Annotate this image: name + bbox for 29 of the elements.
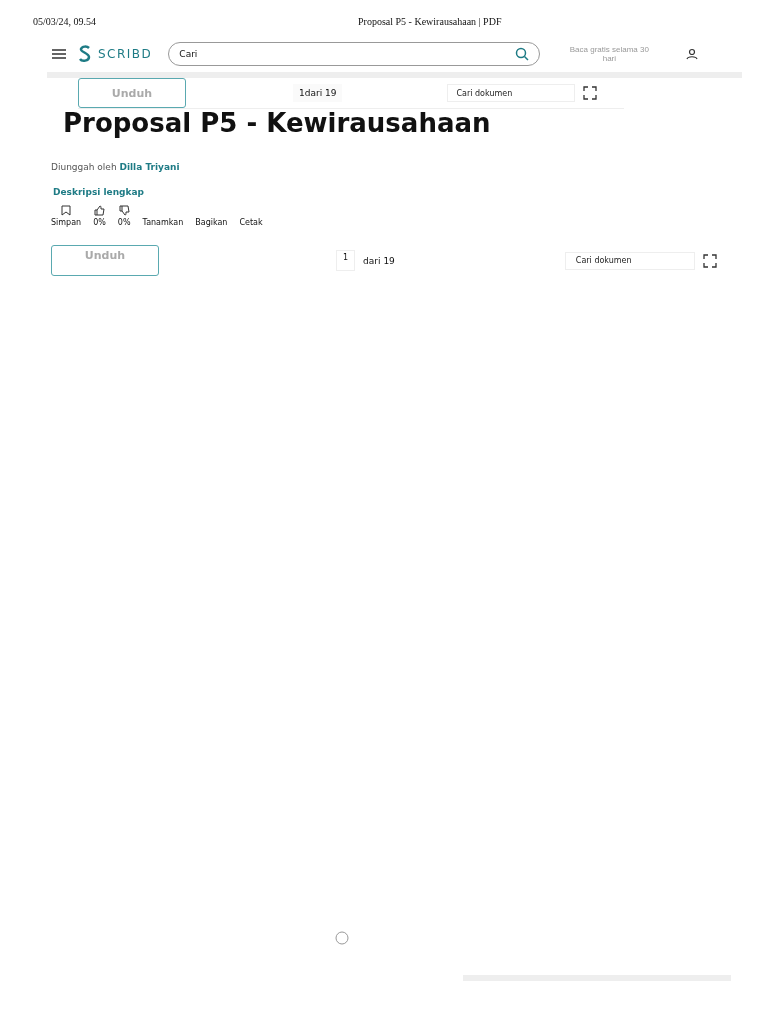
action-label[interactable]: Cetak <box>239 218 263 227</box>
print-date: 05/03/24, 09.54 <box>33 16 97 29</box>
thumbs-up-icon[interactable] <box>94 205 105 216</box>
fullscreen-icon[interactable] <box>702 253 717 268</box>
page-count: dari 19 <box>363 255 395 266</box>
loading-icon <box>335 931 349 945</box>
action-label[interactable]: Bagikan <box>195 218 228 227</box>
thumbs-down-icon[interactable] <box>118 205 130 216</box>
menu-icon[interactable] <box>52 49 66 59</box>
uploader-label: Diunggah oleh <box>51 162 117 172</box>
action-label[interactable]: 0% <box>93 218 106 227</box>
logo-icon <box>78 45 92 63</box>
page-number-field[interactable]: 1 <box>299 88 305 98</box>
bookmark-icon[interactable] <box>61 205 72 216</box>
print-title: Proposal P5 - Kewirausahaan | PDF <box>358 16 502 29</box>
page-count: dari 19 <box>304 88 337 98</box>
action-label[interactable]: 0% <box>117 218 131 227</box>
search-icon[interactable] <box>515 47 530 61</box>
logo-text[interactable]: SCRIBD <box>98 47 153 61</box>
page-number-field[interactable]: 1 <box>336 250 356 271</box>
uploader-link[interactable]: Dilla Triyani <box>119 162 180 172</box>
action-label[interactable]: Simpan <box>51 218 82 227</box>
document-search-field[interactable]: Cari dokumen <box>447 84 576 102</box>
action-label[interactable]: Tanamkan <box>142 218 184 227</box>
fullscreen-icon[interactable] <box>583 86 598 100</box>
full-description-link[interactable]: Deskripsi lengkap <box>53 187 768 197</box>
document-search-field[interactable]: Cari dokumen <box>564 251 695 270</box>
document-title: Proposal P5 - Kewirausahaan <box>63 109 492 137</box>
user-icon[interactable] <box>686 48 699 60</box>
